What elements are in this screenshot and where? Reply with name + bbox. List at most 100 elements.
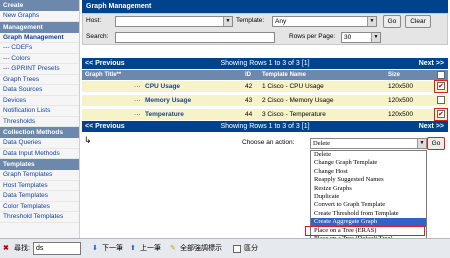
template-name: 3 Cisco - Temperature xyxy=(262,111,326,118)
highlight-icon[interactable]: ✎ xyxy=(170,239,176,258)
page-title: Graph Management xyxy=(82,0,448,13)
sidebar-item[interactable]: Graph Templates xyxy=(0,170,79,181)
dropdown-option[interactable]: Change Host xyxy=(311,168,426,176)
sidebar-item[interactable]: --- Colors xyxy=(0,54,79,64)
action-select[interactable]: Delete ▼ xyxy=(310,138,427,149)
find-label: 尋找: xyxy=(14,245,30,252)
highlight-box xyxy=(305,226,425,236)
dropdown-option[interactable]: Duplicate xyxy=(311,193,426,201)
previous-link[interactable]: << Previous xyxy=(85,121,125,132)
sidebar-item[interactable]: Thresholds xyxy=(0,117,79,127)
sidebar-item[interactable]: Data Templates xyxy=(0,191,79,202)
sidebar-item[interactable]: Host Templates xyxy=(0,181,79,191)
tree-branch-icon: ··· xyxy=(134,83,141,90)
dropdown-option[interactable]: Resize Graphs xyxy=(311,185,426,193)
search-label: Search: xyxy=(86,33,109,40)
tree-branch-icon: ··· xyxy=(134,97,141,104)
dropdown-option[interactable]: Delete xyxy=(311,151,426,159)
sidebar-item[interactable]: Devices xyxy=(0,96,79,106)
host-label: Host: xyxy=(86,17,102,24)
select-all-checkbox[interactable] xyxy=(437,71,445,79)
row-checkbox[interactable] xyxy=(437,96,445,104)
sidebar-item[interactable]: Graph Trees xyxy=(0,75,79,85)
showing-rows-text: Showing Rows 1 to 3 of 3 [1] xyxy=(220,60,310,67)
find-next-button[interactable]: 下一筆 xyxy=(102,239,123,258)
template-label: Template: xyxy=(236,17,265,24)
graph-title-link[interactable]: CPU Usage xyxy=(145,81,180,92)
find-input[interactable]: ds xyxy=(33,242,81,255)
filter-go-button[interactable]: Go xyxy=(383,15,401,28)
host-select[interactable]: ▼ xyxy=(115,16,233,27)
sidebar-item[interactable]: Graph Management xyxy=(0,33,79,43)
graph-size: 120x500 xyxy=(388,97,413,104)
pagination-bar-bottom: Showing Rows 1 to 3 of 3 [1] << Previous… xyxy=(82,121,448,132)
filter-clear-button[interactable]: Clear xyxy=(405,15,431,28)
sidebar-item[interactable]: --- GPRINT Presets xyxy=(0,64,79,75)
sidebar-menu: Create New Graphs Management Graph Manageme… xyxy=(0,0,80,238)
column-id[interactable]: ID xyxy=(245,70,251,80)
arrow-down-icon[interactable]: ⬇ xyxy=(92,239,98,258)
sidebar-item[interactable]: Data Sources xyxy=(0,85,79,96)
sidebar-item[interactable]: Data Input Methods xyxy=(0,149,79,159)
chevron-down-icon: ▼ xyxy=(417,139,426,148)
sidebar-item[interactable]: Threshold Templates xyxy=(0,212,79,223)
choose-action-label: Choose an action: xyxy=(242,139,295,146)
filter-panel: Host: ▼ Template: Any ▼ Go Clear Search:… xyxy=(82,13,448,45)
close-icon[interactable]: ✖ xyxy=(3,239,9,258)
graph-title-link[interactable]: Memory Usage xyxy=(145,95,191,106)
highlight-box xyxy=(434,80,448,93)
dropdown-option[interactable]: Reapply Suggested Names xyxy=(311,176,426,184)
next-link[interactable]: Next >> xyxy=(419,58,444,69)
return-arrow-icon: ↳ xyxy=(84,135,92,145)
action-select-value: Delete xyxy=(313,140,330,147)
graph-id: 42 xyxy=(245,83,253,90)
sidebar-item[interactable]: New Graphs xyxy=(0,11,79,22)
search-input[interactable] xyxy=(115,32,275,43)
highlight-all-button[interactable]: 全部強調標示 xyxy=(180,239,222,258)
graph-id: 44 xyxy=(245,111,253,118)
rows-per-page-select[interactable]: 30 ▼ xyxy=(341,32,381,43)
rows-per-page-label: Rows per Page: xyxy=(289,33,336,40)
sidebar-item[interactable]: --- CDEFs xyxy=(0,43,79,54)
sidebar-item[interactable]: Notification Lists xyxy=(0,106,79,117)
chevron-down-icon: ▼ xyxy=(367,17,376,26)
chevron-down-icon: ▼ xyxy=(223,17,232,26)
dropdown-option[interactable]: Create Threshold from Template xyxy=(311,210,426,218)
match-case-checkbox[interactable] xyxy=(233,245,241,253)
template-select[interactable]: Any ▼ xyxy=(272,16,377,27)
table-row[interactable]: ··· CPU Usage 42 1 Cisco - CPU Usage 120… xyxy=(82,81,448,92)
column-template-name[interactable]: Template Name xyxy=(262,70,306,80)
table-row[interactable]: ··· Memory Usage 43 2 Cisco - Memory Usa… xyxy=(82,95,448,106)
find-bar: ✖ 尋找: ds ⬇ 下一筆 ⬆ 上一筆 ✎ 全部強調標示 區分 xyxy=(0,238,450,258)
sidebar-item[interactable]: Color Templates xyxy=(0,202,79,212)
template-name: 1 Cisco - CPU Usage xyxy=(262,83,324,90)
template-select-value: Any xyxy=(275,18,287,25)
template-name: 2 Cisco - Memory Usage xyxy=(262,97,334,104)
action-go-button[interactable]: Go xyxy=(427,137,445,150)
sidebar-item[interactable]: Data Queries xyxy=(0,138,79,149)
previous-link[interactable]: << Previous xyxy=(85,58,125,69)
next-link[interactable]: Next >> xyxy=(419,121,444,132)
table-row[interactable]: ··· Temperature 44 3 Cisco - Temperature… xyxy=(82,109,448,120)
graph-size: 120x500 xyxy=(388,111,413,118)
find-previous-button[interactable]: 上一筆 xyxy=(140,239,161,258)
match-case-label: 區分 xyxy=(244,245,258,252)
pagination-bar-top: Showing Rows 1 to 3 of 3 [1] << Previous… xyxy=(82,58,448,69)
sidebar-section-header: Management xyxy=(0,21,79,33)
sidebar-section-header: Create xyxy=(0,0,79,11)
showing-rows-text: Showing Rows 1 to 3 of 3 [1] xyxy=(220,123,310,130)
arrow-up-icon[interactable]: ⬆ xyxy=(130,239,136,258)
chevron-down-icon: ▼ xyxy=(371,33,380,42)
column-graph-title[interactable]: Graph Title** xyxy=(85,70,121,80)
rows-per-page-value: 30 xyxy=(344,34,352,41)
dropdown-option[interactable]: Change Graph Template xyxy=(311,159,426,167)
graph-size: 120x500 xyxy=(388,83,413,90)
graph-id: 43 xyxy=(245,97,253,104)
tree-branch-icon: ··· xyxy=(134,111,141,118)
dropdown-option[interactable]: Convert to Graph Template xyxy=(311,201,426,209)
table-header: Graph Title** ID Template Name Size xyxy=(82,70,448,80)
column-size[interactable]: Size xyxy=(388,70,400,80)
graph-title-link[interactable]: Temperature xyxy=(145,109,184,120)
highlight-box xyxy=(434,108,448,121)
sidebar-section-header: Collection Methods xyxy=(0,127,79,138)
